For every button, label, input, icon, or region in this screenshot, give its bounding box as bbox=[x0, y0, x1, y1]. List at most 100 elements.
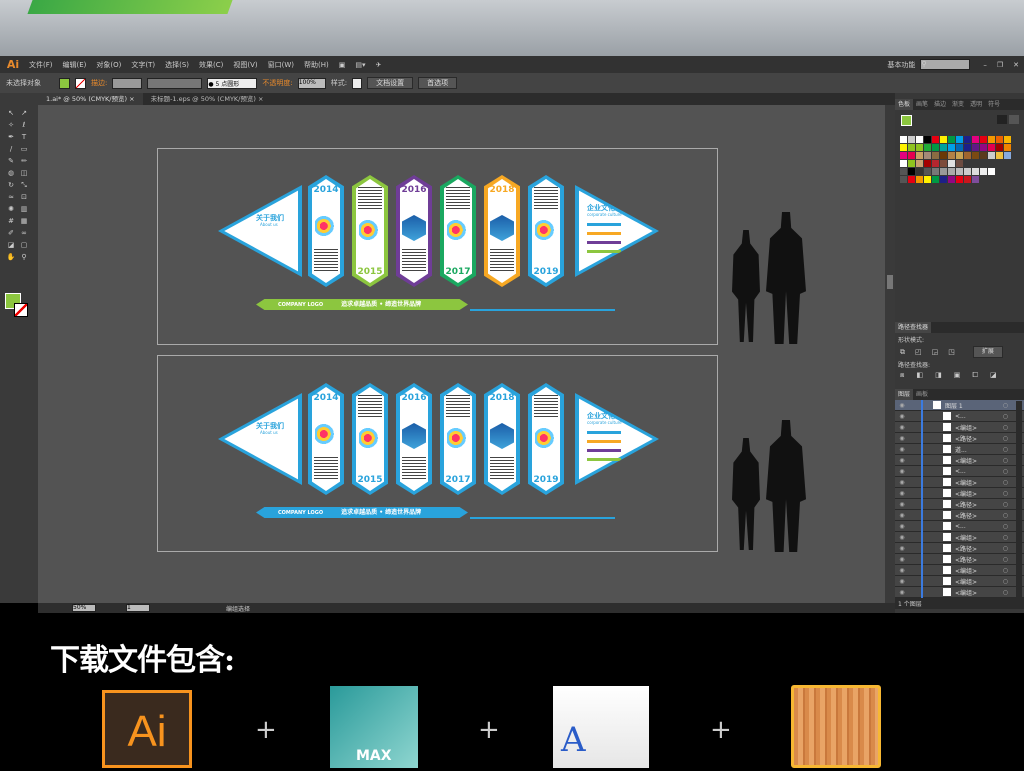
fill-swatch[interactable] bbox=[59, 77, 70, 89]
layer-name[interactable]: <路径> bbox=[955, 434, 1005, 443]
swatch[interactable] bbox=[964, 136, 971, 143]
opacity-input[interactable]: 100% bbox=[297, 77, 326, 89]
layer-name[interactable]: <编组> bbox=[955, 489, 1005, 498]
layer-row[interactable]: ◉ <... ○ bbox=[895, 520, 1024, 532]
swatch[interactable] bbox=[924, 144, 931, 151]
eye-icon[interactable]: ◉ bbox=[895, 589, 909, 596]
swatch[interactable] bbox=[972, 168, 979, 175]
bridge-icon[interactable]: ▣ bbox=[334, 61, 351, 69]
layer-row[interactable]: ◉ 图层 1 ○ bbox=[895, 399, 1024, 411]
swatch[interactable] bbox=[980, 168, 987, 175]
target-icon[interactable]: ○ bbox=[1003, 446, 1008, 453]
swatch[interactable] bbox=[1004, 144, 1011, 151]
menu-help[interactable]: 帮助(H) bbox=[299, 60, 334, 70]
swatch[interactable] bbox=[940, 152, 947, 159]
swatch[interactable] bbox=[964, 144, 971, 151]
layer-row[interactable]: ◉ <编组> ○ bbox=[895, 586, 1024, 598]
swatch[interactable] bbox=[900, 168, 907, 175]
eye-icon[interactable]: ◉ bbox=[895, 479, 909, 486]
stroke-color-box[interactable] bbox=[14, 303, 28, 317]
target-icon[interactable]: ○ bbox=[1003, 424, 1008, 431]
eye-icon[interactable]: ◉ bbox=[895, 435, 909, 442]
eye-icon[interactable]: ◉ bbox=[895, 578, 909, 585]
type-tool-icon[interactable]: T bbox=[19, 133, 29, 141]
swatch[interactable] bbox=[932, 144, 939, 151]
tab-layers[interactable]: 图层 bbox=[895, 389, 914, 400]
eye-icon[interactable]: ◉ bbox=[895, 413, 909, 420]
swatch[interactable] bbox=[908, 152, 915, 159]
tab-document-2[interactable]: 未标题-1.eps @ 50% (CMYK/预览) × bbox=[143, 93, 272, 105]
line-tool-icon[interactable]: / bbox=[6, 145, 16, 153]
eye-icon[interactable]: ◉ bbox=[895, 490, 909, 497]
selection-tool-icon[interactable]: ↖ bbox=[6, 109, 16, 117]
arrange-icon[interactable]: ▤▾ bbox=[350, 61, 370, 69]
swatch[interactable] bbox=[900, 176, 907, 183]
swatch[interactable] bbox=[932, 136, 939, 143]
swatch[interactable] bbox=[908, 136, 915, 143]
layer-name[interactable]: <编组> bbox=[955, 577, 1005, 586]
swatch[interactable] bbox=[924, 176, 931, 183]
menu-file[interactable]: 文件(F) bbox=[24, 60, 58, 70]
eye-icon[interactable]: ◉ bbox=[895, 556, 909, 563]
tab-document-1[interactable]: 1.ai* @ 50% (CMYK/预览) × bbox=[38, 93, 143, 105]
layer-row[interactable]: ◉ 道... ○ bbox=[895, 443, 1024, 455]
eye-icon[interactable]: ◉ bbox=[895, 468, 909, 475]
layers-scrollbar[interactable] bbox=[1016, 401, 1022, 601]
direct-selection-tool-icon[interactable]: ↗ bbox=[19, 109, 29, 117]
swatch[interactable] bbox=[996, 152, 1003, 159]
swatch[interactable] bbox=[988, 136, 995, 143]
swatch[interactable] bbox=[948, 168, 955, 175]
tab-transparency[interactable]: 透明 bbox=[967, 99, 985, 110]
target-icon[interactable]: ○ bbox=[1003, 501, 1008, 508]
swatch[interactable] bbox=[916, 152, 923, 159]
swatch[interactable] bbox=[964, 168, 971, 175]
swatch[interactable] bbox=[908, 168, 915, 175]
target-icon[interactable]: ○ bbox=[1003, 523, 1008, 530]
intersect-icon[interactable]: ◲ bbox=[932, 348, 939, 356]
page-select[interactable]: 1 bbox=[126, 604, 150, 612]
swatch[interactable] bbox=[980, 152, 987, 159]
swatch[interactable] bbox=[1004, 152, 1011, 159]
layer-row[interactable]: ◉ <编组> ○ bbox=[895, 454, 1024, 466]
swatch[interactable] bbox=[948, 160, 955, 167]
artboard-2[interactable] bbox=[157, 355, 718, 552]
swatch[interactable] bbox=[956, 152, 963, 159]
swatch[interactable] bbox=[1004, 136, 1011, 143]
swatch[interactable] bbox=[916, 160, 923, 167]
pencil-tool-icon[interactable]: ✏ bbox=[19, 157, 29, 165]
crop-icon[interactable]: ▣ bbox=[954, 371, 961, 383]
layer-name[interactable]: <路径> bbox=[955, 511, 1005, 520]
layer-row[interactable]: ◉ <路径> ○ bbox=[895, 553, 1024, 565]
swatch[interactable] bbox=[932, 160, 939, 167]
swatch[interactable] bbox=[964, 152, 971, 159]
blend-tool-icon[interactable]: ∞ bbox=[19, 229, 29, 237]
minus-front-icon[interactable]: ◰ bbox=[915, 348, 922, 356]
target-icon[interactable]: ○ bbox=[1003, 413, 1008, 420]
swatch[interactable] bbox=[988, 168, 995, 175]
close-button[interactable]: ✕ bbox=[1008, 61, 1024, 69]
layer-row[interactable]: ◉ <编组> ○ bbox=[895, 487, 1024, 499]
layer-row[interactable]: ◉ <路径> ○ bbox=[895, 432, 1024, 444]
swatch[interactable] bbox=[900, 144, 907, 151]
target-icon[interactable]: ○ bbox=[1003, 578, 1008, 585]
swatch[interactable] bbox=[916, 136, 923, 143]
layer-name[interactable]: <编组> bbox=[955, 566, 1005, 575]
menu-window[interactable]: 窗口(W) bbox=[263, 60, 299, 70]
layer-row[interactable]: ◉ <... ○ bbox=[895, 410, 1024, 422]
layer-row[interactable]: ◉ <编组> ○ bbox=[895, 531, 1024, 543]
trim-icon[interactable]: ◧ bbox=[916, 371, 923, 383]
swatch[interactable] bbox=[916, 168, 923, 175]
target-icon[interactable]: ○ bbox=[1003, 534, 1008, 541]
layer-name[interactable]: <编组> bbox=[955, 456, 1005, 465]
tab-close-icon[interactable]: × bbox=[258, 95, 263, 103]
vertical-scrollbar[interactable] bbox=[885, 105, 895, 603]
swatch[interactable] bbox=[908, 176, 915, 183]
swatch[interactable] bbox=[948, 144, 955, 151]
menu-select[interactable]: 选择(S) bbox=[160, 60, 194, 70]
swatch[interactable] bbox=[980, 136, 987, 143]
layer-name[interactable]: <编组> bbox=[955, 588, 1005, 597]
minus-back-icon[interactable]: ◪ bbox=[990, 371, 997, 383]
variable-width-select[interactable] bbox=[147, 77, 203, 89]
minimize-button[interactable]: – bbox=[978, 61, 992, 69]
swatch[interactable] bbox=[932, 152, 939, 159]
